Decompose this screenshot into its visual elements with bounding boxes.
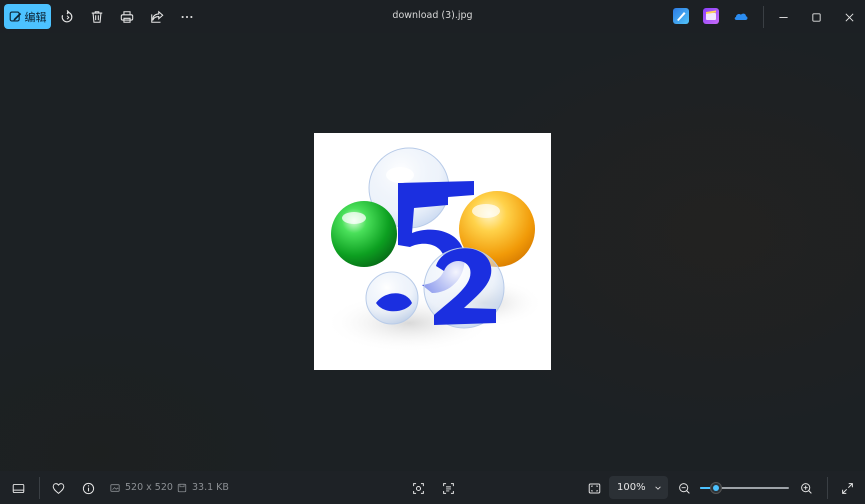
full-screen-icon [841,482,853,494]
visual-search-button[interactable] [407,477,429,499]
file-info-button[interactable] [77,477,99,499]
scan-text-icon [442,482,454,494]
image-content [324,147,544,353]
designer-icon[interactable] [673,8,689,24]
close-icon [845,13,853,21]
maximize-icon [811,12,821,22]
minimize-button[interactable] [772,6,794,28]
visual-search-icon [412,482,424,494]
status-bar: 520 x 520 33.1 KB 100% [0,471,865,504]
favorite-button[interactable] [47,477,69,499]
status-divider-right [827,477,828,499]
info-icon [82,482,94,494]
toolbar-divider [763,6,764,28]
maximize-button[interactable] [805,6,827,28]
zoom-in-icon [800,482,812,494]
title-bar: 编辑 download (3).jpg [0,0,865,33]
file-size-text: 33.1 KB [192,482,229,493]
close-button[interactable] [838,6,860,28]
zoom-in-button[interactable] [795,477,817,499]
clipchamp-icon[interactable] [703,8,719,24]
minimize-icon [778,16,788,18]
filmstrip-icon [12,483,24,493]
zoom-level-dropdown[interactable]: 100% [609,476,668,499]
image-canvas[interactable] [0,33,865,471]
zoom-out-button[interactable] [673,477,695,499]
zoom-level-value: 100% [617,482,646,493]
chevron-down-icon [655,486,661,490]
fit-to-window-icon [588,483,600,493]
full-screen-button[interactable] [836,477,858,499]
heart-icon [52,482,64,494]
fit-to-window-button[interactable] [583,477,605,499]
zoom-out-icon [678,482,690,494]
file-size: 33.1 KB [177,482,229,493]
image-dimensions: 520 x 520 [110,482,173,493]
displayed-image[interactable] [314,133,551,370]
copy-text-button[interactable] [437,477,459,499]
file-size-icon [177,483,187,492]
dimensions-icon [110,483,120,492]
zoom-slider-thumb[interactable] [710,482,723,494]
filmstrip-toggle-button[interactable] [7,477,29,499]
onedrive-icon[interactable] [733,8,749,24]
dimensions-text: 520 x 520 [125,482,173,493]
status-divider [39,477,40,499]
